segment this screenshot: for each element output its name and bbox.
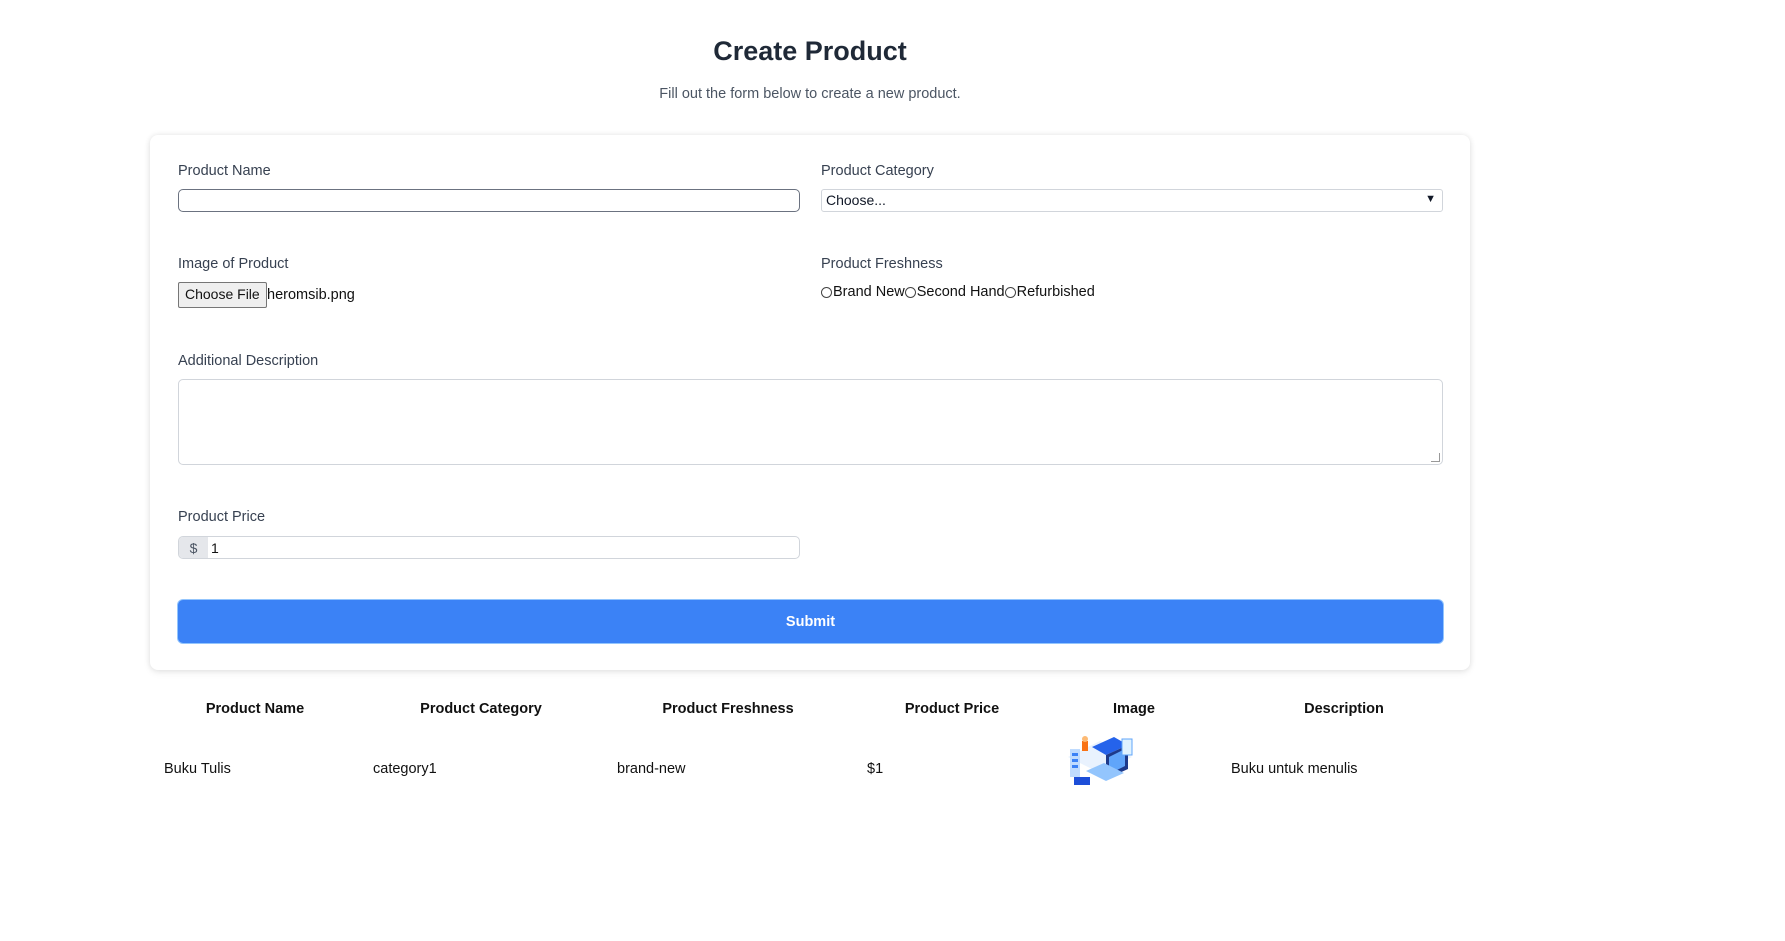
radio-brand-new[interactable]	[821, 286, 832, 298]
description-label: Additional Description	[178, 353, 319, 369]
product-name-input[interactable]	[178, 189, 800, 212]
image-label: Image of Product	[178, 256, 289, 272]
product-name-label: Product Name	[178, 163, 271, 179]
page-subtitle: Fill out the form below to create a new …	[659, 86, 961, 102]
table-header-name: Product Name	[205, 701, 305, 717]
product-category-selected: Choose...	[826, 192, 886, 208]
radio-brand-new-label: Brand New	[833, 284, 905, 300]
cell-product-price: $1	[867, 761, 884, 777]
freshness-label: Product Freshness	[821, 256, 943, 272]
freshness-radio-group: Brand New Second Hand Refurbished	[821, 284, 1095, 300]
table-header-freshness: Product Freshness	[662, 701, 794, 717]
resize-handle-icon[interactable]	[1431, 453, 1440, 462]
product-category-label: Product Category	[821, 163, 934, 179]
chevron-down-icon: ▼	[1425, 193, 1436, 205]
table-header-category: Product Category	[420, 701, 542, 717]
page-title: Create Product	[713, 36, 907, 66]
table-header-price: Product Price	[904, 701, 1000, 717]
price-label: Product Price	[178, 509, 266, 525]
table-header-image: Image	[1113, 701, 1155, 717]
radio-second-hand[interactable]	[904, 286, 916, 298]
radio-refurbished[interactable]	[1004, 286, 1016, 298]
description-textarea[interactable]	[178, 379, 1443, 465]
price-input[interactable]: 1	[208, 537, 219, 558]
cell-product-category: category1	[373, 761, 437, 777]
radio-refurbished-label: Refurbished	[1016, 284, 1095, 300]
choose-file-button[interactable]: Choose File	[178, 282, 267, 308]
product-thumbnail-image	[1068, 736, 1133, 785]
cell-product-name: Buku Tulis	[164, 761, 231, 777]
cell-product-freshness: brand-new	[617, 761, 686, 777]
product-category-select[interactable]: Choose... ▼	[821, 189, 1443, 212]
price-prefix: $	[179, 537, 208, 558]
submit-button[interactable]: Submit	[178, 600, 1443, 643]
file-name: heromsib.png	[267, 287, 355, 303]
cell-description: Buku untuk menulis	[1231, 761, 1358, 777]
table-header-description: Description	[1304, 701, 1384, 717]
radio-second-hand-label: Second Hand	[916, 284, 1005, 300]
price-input-group[interactable]: $ 1	[178, 536, 800, 559]
